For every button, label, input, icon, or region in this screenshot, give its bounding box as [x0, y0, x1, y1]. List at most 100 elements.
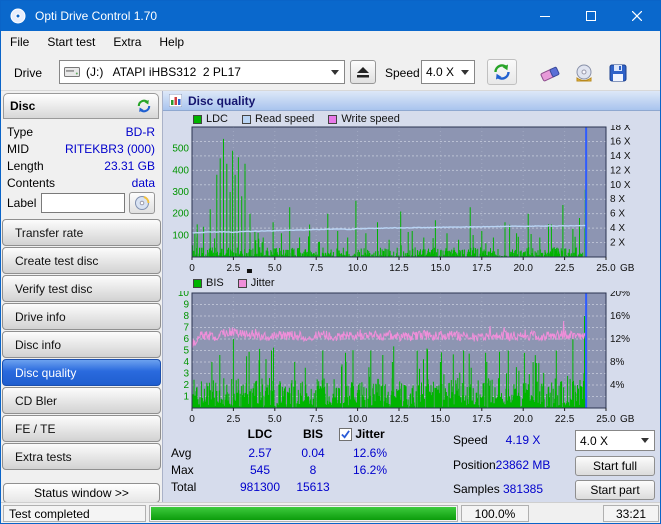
legend-label: Write speed — [341, 113, 400, 125]
maximize-button[interactable] — [568, 1, 614, 31]
main-panel: Disc quality LDC Read speed Write speed … — [162, 91, 660, 504]
avg-jitter: 12.6% — [352, 446, 388, 460]
start-full-button[interactable]: Start full — [575, 456, 655, 476]
menu-extra[interactable]: Extra — [104, 32, 150, 52]
refresh-disc-button[interactable] — [136, 98, 152, 114]
disc-quality-top-chart: 0 2.5 5.0 7.5 10.0 12.5 15.0 17.5 20.0 22.5 25.0 GB… — [172, 125, 635, 274]
test-speed-select[interactable]: 4.0 X — [575, 430, 655, 451]
position-stat-label: Position — [453, 458, 496, 472]
drive-icon — [64, 66, 80, 78]
svg-text:4: 4 — [183, 357, 189, 368]
save-button[interactable] — [605, 61, 631, 85]
disc-field-length: Length 23.31 GB — [7, 159, 155, 175]
ldc-legend-swatch — [193, 114, 202, 124]
window-controls — [522, 1, 660, 31]
svg-text:7.5: 7.5 — [309, 414, 323, 425]
svg-text:14 X: 14 X — [610, 151, 631, 162]
field-value: RITEKBR3 (000) — [64, 142, 155, 156]
erase-disc-button[interactable] — [537, 61, 563, 85]
start-part-button[interactable]: Start part — [575, 480, 655, 500]
svg-text:10.0: 10.0 — [348, 414, 368, 425]
svg-text:2 X: 2 X — [610, 238, 625, 249]
field-value: BD-R — [125, 125, 155, 139]
bis-legend-swatch — [193, 278, 202, 288]
avg-ldc: 2.57 — [248, 446, 272, 460]
svg-text:20%: 20% — [610, 291, 630, 299]
position-stat-value: 23862 MB — [495, 458, 551, 472]
chevron-down-icon — [461, 69, 469, 75]
write-speed-legend-swatch — [328, 114, 338, 124]
speed-select[interactable]: 4.0 X — [421, 60, 475, 84]
sidebar-item-verify-test-disc[interactable]: Verify test disc — [2, 275, 161, 302]
drive-label: Drive — [14, 66, 43, 80]
chevron-down-icon — [641, 438, 649, 443]
speed-stat-label: Speed — [453, 433, 488, 447]
svg-text:7.5: 7.5 — [309, 263, 323, 274]
app-icon — [10, 8, 26, 24]
sidebar-item-extra-tests[interactable]: Extra tests — [2, 443, 161, 470]
row-label-max: Max — [171, 463, 194, 477]
save-icon — [609, 64, 627, 82]
cd-icon — [135, 196, 150, 210]
minimize-button[interactable] — [522, 1, 568, 31]
drive-select[interactable]: (J:) ATAPI iHBS312 2 PL17 — [59, 60, 345, 84]
sidebar: Disc Type BD-R MID RITEKBR3 (000) Length 23… — [1, 91, 162, 504]
legend-label: BIS — [206, 277, 224, 289]
disc-field-mid: MID RITEKBR3 (000) — [7, 142, 155, 158]
field-value: 23.31 GB — [104, 159, 155, 173]
svg-text:GB: GB — [620, 263, 635, 274]
svg-text:4%: 4% — [610, 380, 625, 391]
svg-text:16 X: 16 X — [610, 136, 631, 147]
speed-value: 4.0 X — [426, 65, 455, 79]
field-label: Length — [7, 159, 44, 173]
progress-bar — [149, 505, 458, 522]
svg-text:15.0: 15.0 — [431, 263, 451, 274]
refresh-button[interactable] — [487, 59, 517, 85]
svg-text:2.5: 2.5 — [226, 263, 240, 274]
svg-text:17.5: 17.5 — [472, 414, 492, 425]
bottom-chart-legend: BIS Jitter — [193, 277, 289, 289]
sidebar-item-drive-info[interactable]: Drive info — [2, 303, 161, 330]
read-speed-legend-swatch — [242, 114, 252, 124]
row-label-avg: Avg — [171, 446, 192, 460]
statusbar: Test completed 100.0% 33:21 — [1, 502, 660, 523]
sidebar-item-disc-quality[interactable]: Disc quality — [2, 359, 161, 386]
menu-start-test[interactable]: Start test — [38, 32, 104, 52]
write-disc-button[interactable] — [571, 61, 597, 85]
svg-text:3: 3 — [183, 369, 189, 380]
svg-text:1: 1 — [183, 392, 189, 403]
disc-field-type: Type BD-R — [7, 125, 155, 141]
svg-text:12%: 12% — [610, 334, 630, 345]
sidebar-item-fe-te[interactable]: FE / TE — [2, 415, 161, 442]
svg-text:5: 5 — [183, 346, 189, 357]
row-label-total: Total — [171, 480, 197, 494]
refresh-icon — [137, 99, 151, 113]
svg-text:100: 100 — [172, 230, 189, 241]
app-window: Opti Drive Control 1.70 File Start test … — [0, 0, 661, 524]
field-label: Contents — [7, 176, 56, 190]
col-header-bis: BIS — [302, 427, 323, 441]
progress-fill — [151, 507, 456, 520]
menu-file[interactable]: File — [1, 32, 38, 52]
sidebar-item-disc-info[interactable]: Disc info — [2, 331, 161, 358]
svg-text:22.5: 22.5 — [555, 414, 575, 425]
test-speed-value: 4.0 X — [580, 433, 609, 448]
menu-help[interactable]: Help — [150, 32, 193, 52]
svg-text:500: 500 — [172, 144, 189, 155]
close-button[interactable] — [614, 1, 660, 31]
write-label-button[interactable] — [129, 192, 155, 214]
field-label: Type — [7, 125, 34, 139]
svg-text:5.0: 5.0 — [268, 414, 282, 425]
sidebar-item-create-test-disc[interactable]: Create test disc — [2, 247, 161, 274]
minimize-icon — [540, 16, 550, 17]
sidebar-item-cd-bler[interactable]: CD Bler — [2, 387, 161, 414]
sidebar-item-transfer-rate[interactable]: Transfer rate — [2, 219, 161, 246]
progress-percent: 100.0% — [461, 505, 529, 522]
eject-icon — [357, 66, 369, 77]
col-header-ldc: LDC — [247, 427, 273, 441]
disc-label-input[interactable] — [41, 193, 125, 213]
svg-text:15.0: 15.0 — [431, 414, 451, 425]
svg-text:GB: GB — [620, 414, 635, 425]
eject-button[interactable] — [350, 60, 376, 84]
status-window-button[interactable]: Status window >> — [3, 483, 160, 503]
